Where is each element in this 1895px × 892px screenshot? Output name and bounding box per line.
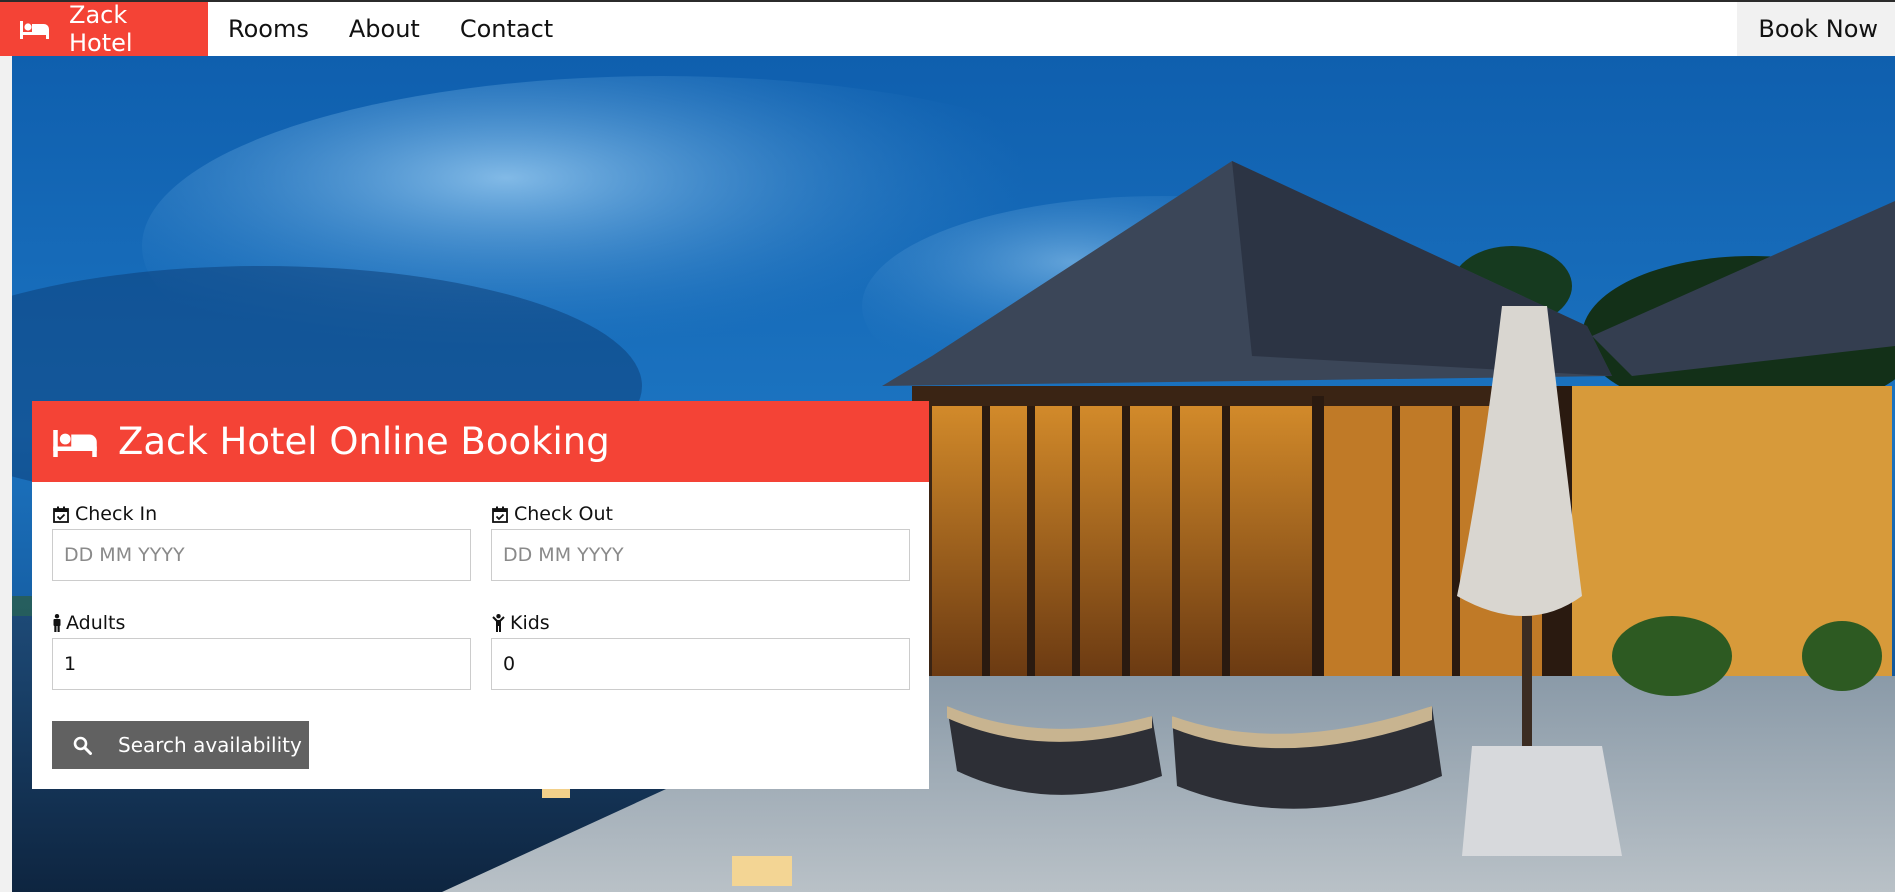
check-out-label: Check Out [514, 503, 613, 525]
search-availability-label: Search availability [118, 733, 302, 757]
check-in-input[interactable] [52, 529, 471, 581]
kids-group: Kids [491, 611, 910, 690]
brand-link[interactable]: Zack Hotel [0, 1, 208, 57]
booking-title: Zack Hotel Online Booking [118, 420, 610, 463]
adults-label: Adults [66, 612, 126, 634]
bed-icon [50, 427, 100, 457]
bed-icon [20, 19, 49, 39]
calendar-check-icon [52, 505, 70, 523]
calendar-check-icon [491, 505, 509, 523]
check-out-group: Check Out [491, 502, 910, 581]
booking-form: Check In Check Out [32, 482, 929, 789]
check-in-label: Check In [75, 503, 158, 525]
nav-link-about[interactable]: About [329, 2, 440, 56]
adults-group: Adults [52, 611, 471, 690]
adults-input[interactable] [52, 638, 471, 690]
check-in-group: Check In [52, 502, 471, 581]
kids-label: Kids [510, 612, 550, 634]
search-availability-button[interactable]: Search availability [52, 721, 309, 769]
brand-label: Zack Hotel [69, 1, 133, 57]
booking-panel-header: Zack Hotel Online Booking [32, 401, 929, 482]
top-navbar: Zack Hotel Rooms About Contact Book Now [0, 0, 1895, 57]
search-icon [73, 735, 93, 755]
check-out-input[interactable] [491, 529, 910, 581]
book-now-button[interactable]: Book Now [1737, 2, 1895, 56]
nav-link-rooms[interactable]: Rooms [208, 2, 329, 56]
kids-input[interactable] [491, 638, 910, 690]
child-icon [491, 614, 505, 632]
booking-panel: Zack Hotel Online Booking Check In DD MM… [32, 401, 929, 789]
nav-link-contact[interactable]: Contact [440, 2, 573, 56]
male-icon [52, 614, 61, 632]
